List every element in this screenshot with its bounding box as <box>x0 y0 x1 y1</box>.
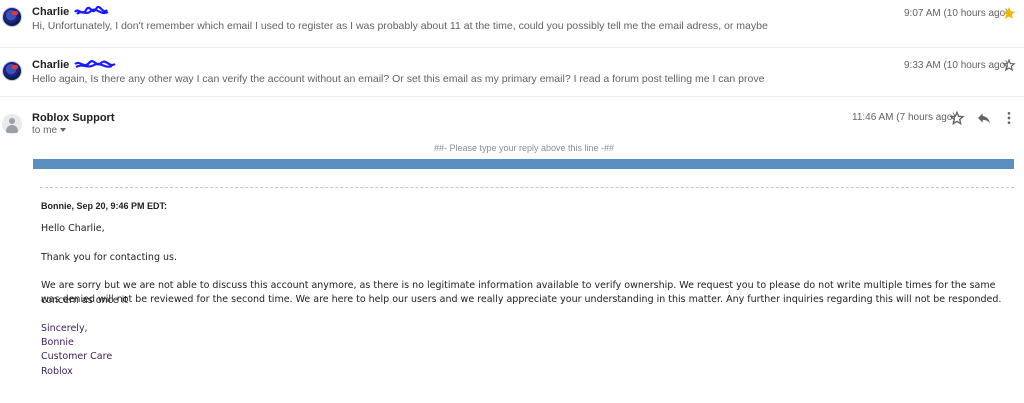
open-message-sender: Roblox Support <box>32 112 115 124</box>
open-message-time: 11:46 AM (7 hours ago) <box>852 112 956 123</box>
sender-avatar <box>2 61 22 81</box>
greeting: Hello Charlie, <box>41 223 105 234</box>
message-time: 9:07 AM (10 hours ago) <box>904 8 1009 19</box>
reply-icon[interactable] <box>976 110 992 126</box>
sender-name: Charlie <box>32 59 116 71</box>
thanks-line: Thank you for contacting us. <box>41 252 177 263</box>
message-time: 9:33 AM (10 hours ago) <box>904 60 1009 71</box>
redaction-scribble <box>74 6 109 15</box>
email-banner-bar <box>33 159 1014 169</box>
message-snippet: Hi, Unfortunately, I don't remember whic… <box>32 20 768 32</box>
star-icon[interactable] <box>1002 6 1016 20</box>
signature-line: Bonnie <box>41 337 74 348</box>
message-snippet: Hello again, Is there any other way I ca… <box>32 73 765 85</box>
signature-line: Customer Care <box>41 351 113 362</box>
signature-line: Sincerely, <box>41 323 88 334</box>
quote-header: Bonnie, Sep 20, 9:46 PM EDT: <box>41 201 168 211</box>
recipient-label: to me <box>32 125 58 136</box>
divider <box>40 187 1014 188</box>
star-icon[interactable] <box>949 110 965 126</box>
signature-line: Roblox <box>41 366 73 377</box>
redaction-scribble <box>74 60 116 69</box>
more-vert-icon[interactable] <box>1001 110 1017 126</box>
sender-avatar <box>2 7 22 27</box>
reply-above-marker: ##- Please type your reply above this li… <box>433 143 615 153</box>
caret-down-icon <box>60 128 67 133</box>
star-icon[interactable] <box>1002 58 1016 72</box>
recipient-details-toggle[interactable]: to me <box>32 125 67 136</box>
message-collapsed-2[interactable]: Charlie Hello again, Is there any other … <box>0 49 1024 97</box>
body-paragraph-line-2: was denied will not be reviewed for the … <box>41 294 1002 305</box>
sender-name: Charlie <box>32 6 110 18</box>
sender-avatar <box>2 114 22 134</box>
message-collapsed-1[interactable]: Charlie Hi, Unfortunately, I don't remem… <box>0 0 1024 48</box>
